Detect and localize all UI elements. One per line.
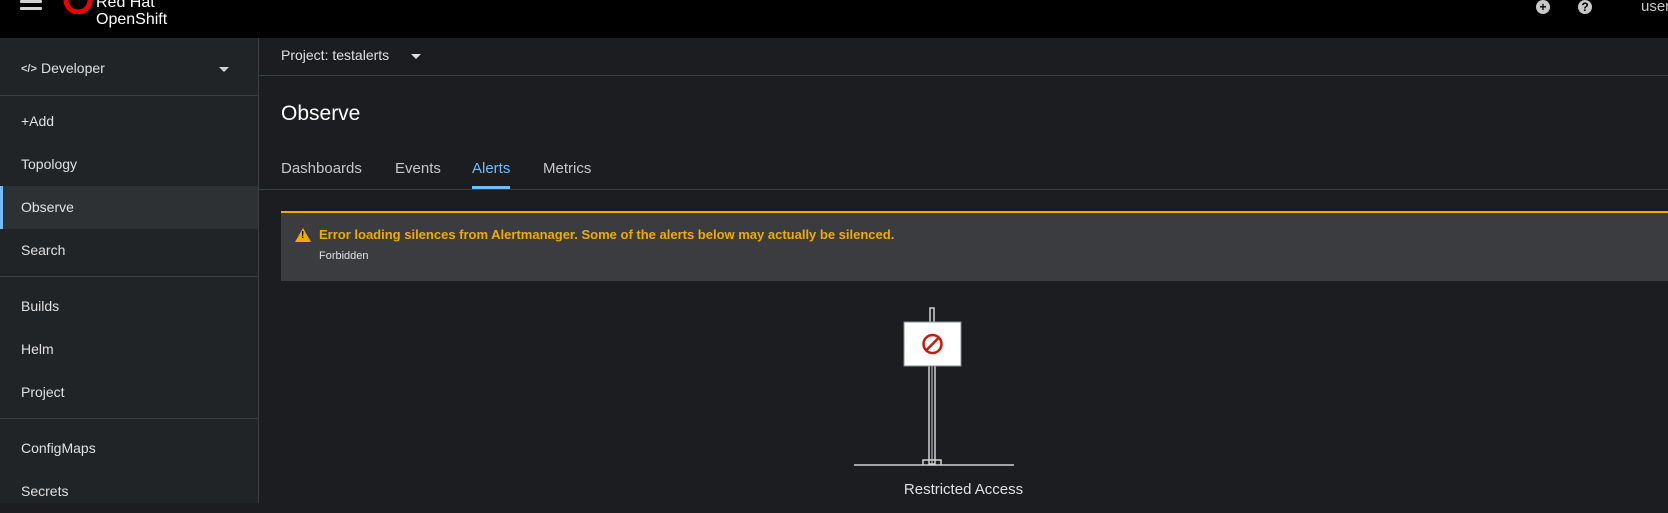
sidebar: </> Developer +Add Topology Observe Sear… — [0, 38, 259, 503]
sidebar-item-search[interactable]: Search — [0, 229, 258, 272]
caret-down-icon — [219, 67, 229, 72]
sidebar-item-builds[interactable]: Builds — [0, 285, 258, 328]
main-content: Project: testalerts Observe Dashboards E… — [259, 38, 1668, 503]
sidebar-item-project[interactable]: Project — [0, 371, 258, 414]
empty-state-title: Restricted Access — [903, 481, 1024, 498]
sidebar-item-add[interactable]: +Add — [0, 100, 258, 143]
sidebar-item-observe[interactable]: Observe — [0, 186, 258, 229]
tab-alerts[interactable]: Alerts — [472, 160, 511, 189]
sidebar-item-helm[interactable]: Helm — [0, 328, 258, 371]
code-icon: </> — [21, 63, 37, 75]
redhat-logo-icon — [63, 0, 93, 14]
page-title: Observe — [281, 102, 361, 125]
sidebar-item-label: Observe — [21, 199, 74, 215]
sidebar-item-label: Topology — [21, 156, 78, 172]
sidebar-item-label: Project — [21, 384, 65, 400]
sidebar-item-configmaps[interactable]: ConfigMaps — [0, 427, 258, 470]
brand-line-1: Red Hat — [96, 0, 155, 11]
nav-group-secondary: Builds Helm Project — [0, 281, 258, 414]
alert-title: Error loading silences from Alertmanager… — [319, 227, 895, 242]
restricted-access-sign-icon — [854, 307, 1014, 466]
tab-events[interactable]: Events — [395, 160, 441, 186]
sidebar-item-label: Builds — [21, 298, 60, 314]
project-selector[interactable]: Project: testalerts — [259, 38, 1668, 76]
help-icon[interactable]: ? — [1578, 0, 1592, 14]
brand-name[interactable]: Red Hat OpenShift — [96, 0, 167, 28]
nav-group-primary: +Add Topology Observe Search — [0, 96, 258, 272]
caret-down-icon — [411, 54, 421, 59]
warning-alert: Error loading silences from Alertmanager… — [281, 211, 1668, 281]
perspective-switcher[interactable]: </> Developer — [0, 38, 258, 96]
sidebar-item-label: +Add — [21, 113, 55, 129]
project-label: Project: testalerts — [281, 47, 390, 63]
alert-body: Forbidden — [319, 250, 369, 262]
perspective-label: Developer — [41, 60, 105, 76]
brand-line-2: OpenShift — [96, 11, 168, 28]
warning-triangle-icon — [295, 228, 311, 242]
nav-divider — [0, 276, 258, 277]
nav-divider — [0, 418, 258, 419]
tab-dashboards[interactable]: Dashboards — [281, 160, 362, 186]
tab-bar: Dashboards Events Alerts Metrics — [259, 152, 1668, 190]
add-circle-icon[interactable]: + — [1536, 0, 1550, 14]
sidebar-item-label: Search — [21, 242, 66, 258]
hamburger-menu-icon[interactable] — [20, 0, 42, 16]
nav-group-tertiary: ConfigMaps Secrets — [0, 423, 258, 513]
sidebar-item-topology[interactable]: Topology — [0, 143, 258, 186]
masthead: Red Hat OpenShift + ? user — [0, 0, 1668, 38]
sidebar-item-secrets[interactable]: Secrets — [0, 470, 258, 513]
tab-metrics[interactable]: Metrics — [543, 160, 591, 186]
sidebar-item-label: ConfigMaps — [21, 440, 96, 456]
sidebar-item-label: Secrets — [21, 483, 69, 499]
sidebar-item-label: Helm — [21, 341, 54, 357]
user-menu[interactable]: user — [1641, 0, 1668, 15]
